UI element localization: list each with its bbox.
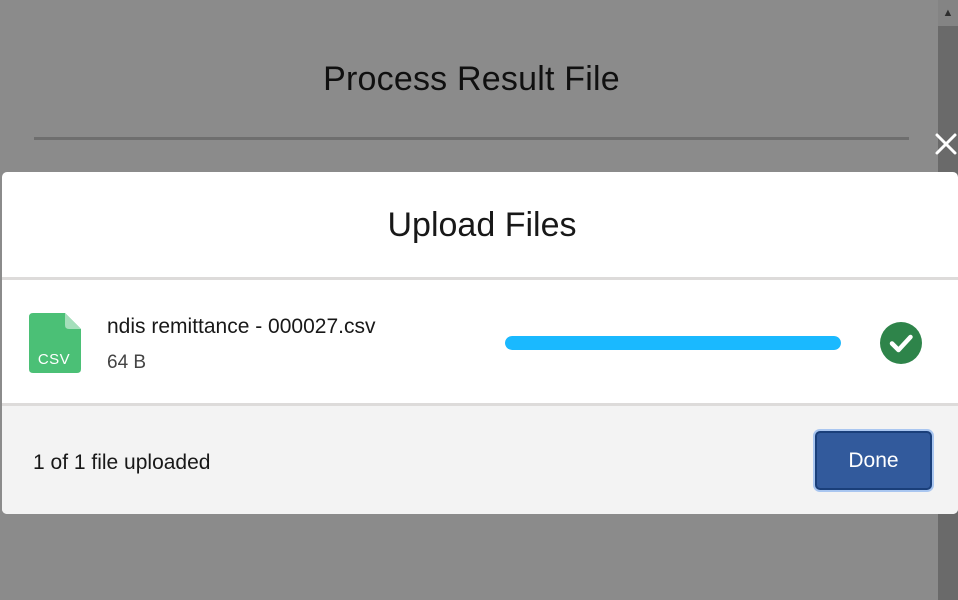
file-name: ndis remittance - 000027.csv	[107, 315, 376, 338]
file-size: 64 B	[107, 352, 147, 373]
csv-file-icon: CSV	[29, 313, 81, 373]
file-list-item: CSV ndis remittance - 000027.csv 64 B	[2, 284, 958, 406]
close-icon[interactable]	[931, 128, 958, 160]
upload-modal-header: Upload Files	[2, 172, 958, 280]
upload-modal-title: Upload Files	[387, 206, 577, 244]
upload-progress-fill	[505, 336, 841, 350]
svg-text:CSV: CSV	[38, 351, 70, 368]
done-button[interactable]: Done	[815, 431, 932, 490]
upload-status-text: 1 of 1 file uploaded	[33, 451, 211, 474]
upload-modal-footer: 1 of 1 file uploaded Done	[2, 406, 958, 514]
upload-files-modal: Upload Files CSV ndis remittance - 00002…	[2, 172, 958, 514]
upload-progress-bar	[505, 336, 841, 350]
success-check-icon	[880, 322, 922, 364]
